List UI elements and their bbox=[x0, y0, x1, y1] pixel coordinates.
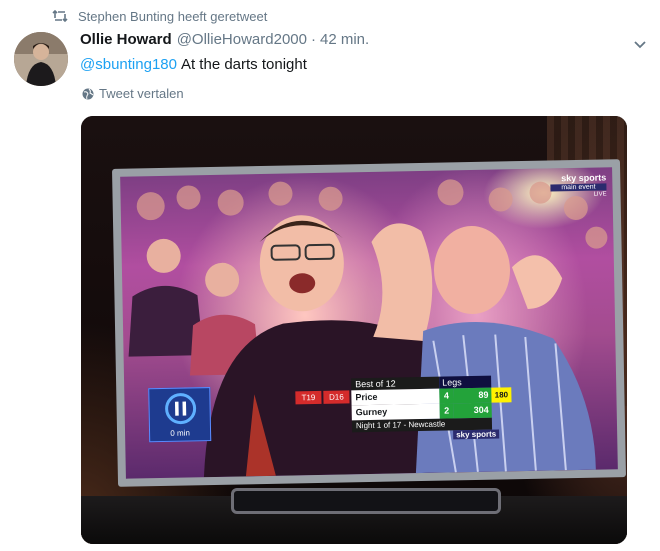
header-separator: · bbox=[310, 31, 316, 48]
channel-name: main event bbox=[550, 183, 607, 192]
darts-scoreboard: T19 D16 Best of 12 Legs Price 4 89 180 G… bbox=[295, 375, 522, 433]
globe-icon bbox=[82, 88, 94, 100]
chevron-down-icon[interactable] bbox=[632, 36, 648, 52]
tweet-photo[interactable]: sky sports main event LIVE 0 min T19 D16… bbox=[81, 116, 627, 544]
retweet-context: Stephen Bunting heeft geretweet bbox=[52, 7, 267, 25]
retweet-context-text[interactable]: Stephen Bunting heeft geretweet bbox=[78, 9, 267, 24]
throw-2: D16 bbox=[323, 390, 350, 404]
tv-screen: sky sports main event LIVE 0 min T19 D16… bbox=[120, 167, 618, 479]
player-name: Price bbox=[351, 388, 440, 406]
tweet-header: Ollie Howard @OllieHoward2000 · 42 min. bbox=[80, 31, 369, 51]
player-legs: 2 bbox=[439, 403, 454, 419]
author-name[interactable]: Ollie Howard bbox=[80, 31, 172, 48]
broadcaster-name: sky sports bbox=[561, 172, 607, 184]
watermark: sky sports bbox=[453, 429, 500, 440]
mention-link[interactable]: @sbunting180 bbox=[80, 56, 177, 73]
legs-header: Legs bbox=[439, 375, 492, 389]
translate-label: Tweet vertalen bbox=[99, 86, 184, 101]
avatar[interactable] bbox=[14, 32, 68, 86]
tweet-timestamp[interactable]: 42 min. bbox=[320, 31, 369, 48]
translate-tweet-link[interactable]: Tweet vertalen bbox=[82, 86, 184, 101]
live-label: LIVE bbox=[593, 191, 607, 198]
author-handle[interactable]: @OllieHoward2000 bbox=[177, 31, 307, 48]
player-score: 89 bbox=[453, 387, 492, 404]
clock-label: 0 min bbox=[170, 428, 190, 438]
player-name: Gurney bbox=[351, 403, 440, 421]
scoreboard-row: Gurney 2 304 bbox=[351, 402, 522, 421]
player-checkout: 180 bbox=[491, 387, 512, 403]
player-legs: 4 bbox=[439, 388, 454, 404]
tweet-body: At the darts tonight bbox=[180, 56, 307, 73]
retweet-icon bbox=[52, 9, 68, 23]
pause-icon bbox=[165, 393, 197, 425]
player-score: 304 bbox=[453, 402, 492, 419]
pause-overlay: 0 min bbox=[148, 387, 212, 443]
television: sky sports main event LIVE 0 min T19 D16… bbox=[111, 159, 627, 487]
throws-strip: T19 D16 bbox=[295, 390, 350, 405]
throw-1: T19 bbox=[295, 390, 322, 405]
tv-stand bbox=[231, 488, 501, 514]
channel-logo: sky sports main event LIVE bbox=[550, 172, 607, 198]
tweet-text: @sbunting180 At the darts tonight bbox=[80, 55, 307, 75]
